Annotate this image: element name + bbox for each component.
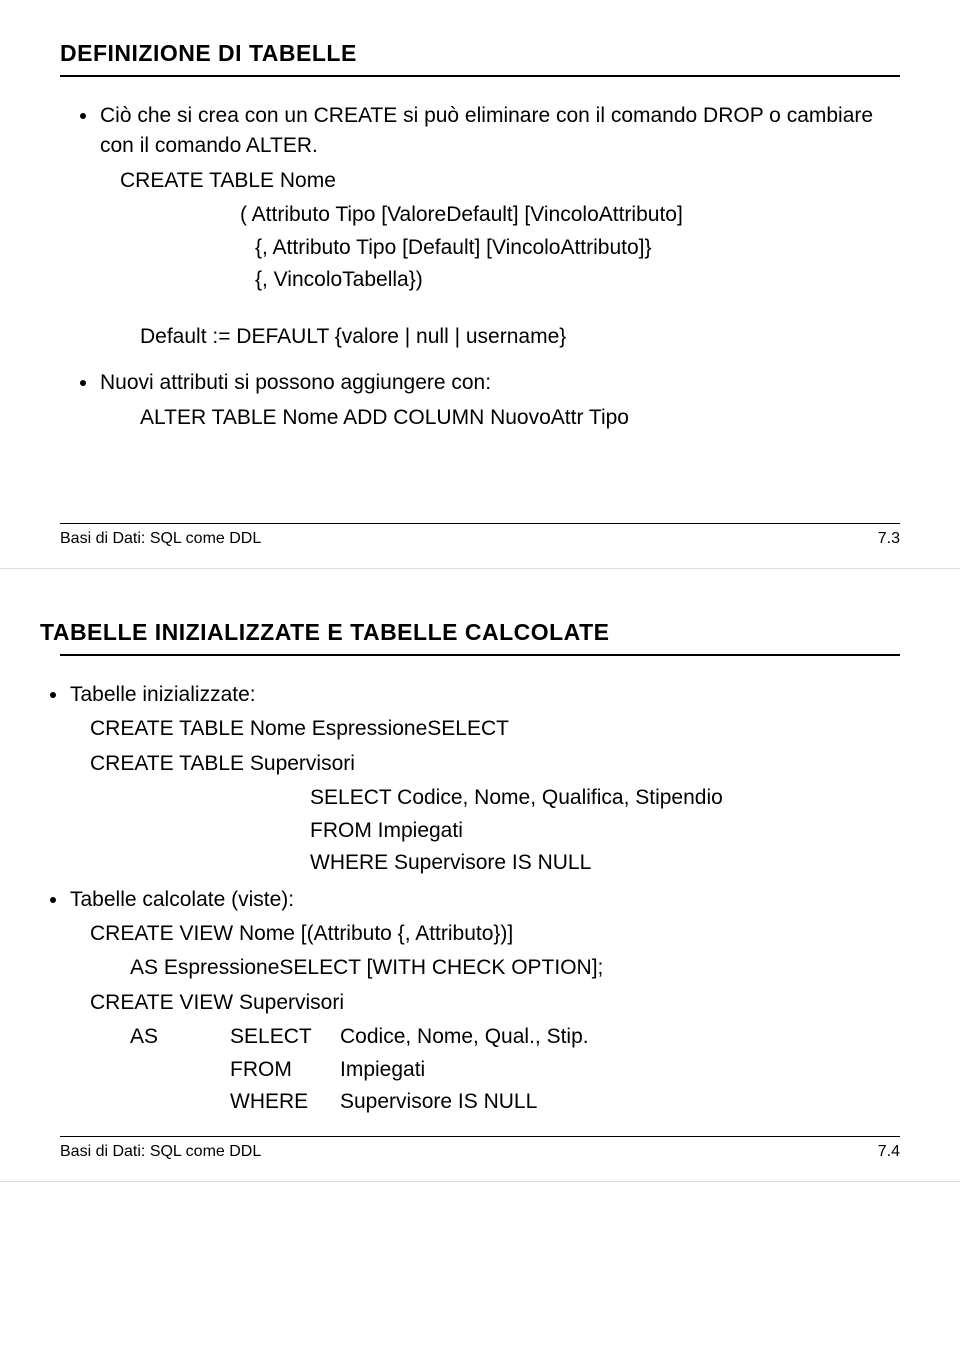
code-line: {, Attributo Tipo [Default] [VincoloAttr… [255, 233, 900, 263]
code-cell: SELECT [230, 1022, 340, 1052]
code-cell [130, 1055, 230, 1085]
bullet-text: Nuovi attributi si possono aggiungere co… [100, 368, 900, 398]
code-line: {, VincoloTabella}) [255, 265, 900, 295]
bullet-item: Ciò che si crea con un CREATE si può eli… [80, 101, 900, 162]
bullet-item: Nuovi attributi si possono aggiungere co… [80, 368, 900, 398]
bullet-item: Tabelle inizializzate: [50, 680, 900, 710]
bullet-text: Ciò che si crea con un CREATE si può eli… [100, 101, 900, 162]
bullet-text: Tabelle inizializzate: [70, 680, 900, 710]
code-line: WHERE Supervisore IS NULL [310, 848, 900, 878]
code-row: AS SELECT Codice, Nome, Qual., Stip. [130, 1022, 900, 1052]
code-cell: AS [130, 1022, 230, 1052]
code-row: WHERE Supervisore IS NULL [130, 1087, 900, 1117]
code-line: SELECT Codice, Nome, Qualifica, Stipendi… [310, 783, 900, 813]
footer-page-number: 7.3 [878, 530, 900, 548]
code-cell: Impiegati [340, 1055, 900, 1085]
bullet-dot-icon [50, 897, 56, 903]
code-row: FROM Impiegati [130, 1055, 900, 1085]
slide-footer: Basi di Dati: SQL come DDL 7.3 [60, 523, 900, 548]
code-line: CREATE TABLE Nome [120, 166, 900, 196]
code-cell: Supervisore IS NULL [340, 1087, 900, 1117]
bullet-dot-icon [80, 380, 86, 386]
bullet-dot-icon [80, 113, 86, 119]
code-line: ALTER TABLE Nome ADD COLUMN NuovoAttr Ti… [140, 403, 900, 433]
footer-page-number: 7.4 [878, 1143, 900, 1161]
footer-left: Basi di Dati: SQL come DDL [60, 530, 261, 548]
slide-footer: Basi di Dati: SQL come DDL 7.4 [60, 1136, 900, 1161]
title-rule [60, 75, 900, 77]
code-cell [130, 1087, 230, 1117]
code-cell: FROM [230, 1055, 340, 1085]
slide-1: DEFINIZIONE DI TABELLE Ciò che si crea c… [0, 0, 960, 569]
code-line: Default := DEFAULT {valore | null | user… [140, 322, 900, 352]
code-line: CREATE TABLE Supervisori [90, 749, 900, 779]
code-cell: Codice, Nome, Qual., Stip. [340, 1022, 900, 1052]
slide-title: TABELLE INIZIALIZZATE E TABELLE CALCOLAT… [40, 619, 900, 646]
code-line: ( Attributo Tipo [ValoreDefault] [Vincol… [240, 200, 900, 230]
code-line: CREATE VIEW Supervisori [90, 988, 900, 1018]
slide-body: Tabelle inizializzate: CREATE TABLE Nome… [60, 680, 900, 1118]
slide-2: TABELLE INIZIALIZZATE E TABELLE CALCOLAT… [0, 569, 960, 1182]
code-cell: WHERE [230, 1087, 340, 1117]
code-line: FROM Impiegati [310, 816, 900, 846]
slide-title: DEFINIZIONE DI TABELLE [60, 40, 900, 67]
bullet-item: Tabelle calcolate (viste): [50, 885, 900, 915]
code-line: AS EspressioneSELECT [WITH CHECK OPTION]… [130, 953, 900, 983]
slide-body: Ciò che si crea con un CREATE si può eli… [60, 101, 900, 433]
bullet-text: Tabelle calcolate (viste): [70, 885, 900, 915]
bullet-dot-icon [50, 692, 56, 698]
code-line: CREATE VIEW Nome [(Attributo {, Attribut… [90, 919, 900, 949]
code-line: CREATE TABLE Nome EspressioneSELECT [90, 714, 900, 744]
title-rule [60, 654, 900, 656]
footer-left: Basi di Dati: SQL come DDL [60, 1143, 261, 1161]
